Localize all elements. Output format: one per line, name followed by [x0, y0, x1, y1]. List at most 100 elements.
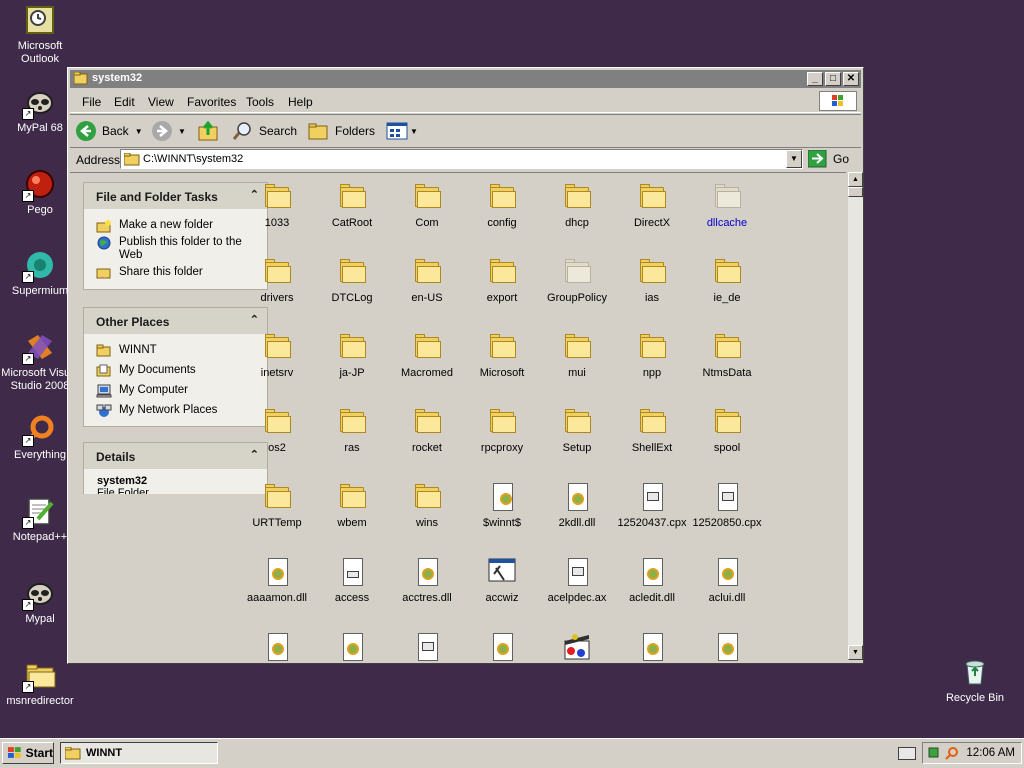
- folder-item[interactable]: spool: [687, 406, 767, 454]
- folder-item[interactable]: Com: [387, 181, 467, 229]
- address-bar: Address C:\WINNT\system32 ▼ Go: [70, 148, 861, 170]
- recycle-bin[interactable]: Recycle Bin: [935, 656, 1015, 705]
- window-title: system32: [92, 72, 143, 84]
- file-item[interactable]: acelpdec.ax: [537, 556, 617, 604]
- file-item[interactable]: [687, 631, 767, 661]
- address-dropdown-button[interactable]: ▼: [786, 150, 802, 168]
- folder-icon: [561, 331, 593, 363]
- folder-item[interactable]: wbem: [312, 481, 392, 529]
- maximize-button[interactable]: □: [825, 72, 841, 86]
- file-item[interactable]: acledit.dll: [612, 556, 692, 604]
- folder-item[interactable]: ie_de: [687, 256, 767, 304]
- forward-button[interactable]: ▼: [152, 121, 186, 141]
- folder-item[interactable]: os2: [237, 406, 317, 454]
- views-icon: [386, 122, 408, 140]
- file-name: drivers: [260, 292, 294, 304]
- views-button[interactable]: ▼: [386, 121, 418, 141]
- file-item[interactable]: aaaamon.dll: [237, 556, 317, 604]
- folder-item[interactable]: mui: [537, 331, 617, 379]
- file-item[interactable]: accwiz: [462, 556, 542, 604]
- file-item[interactable]: [387, 631, 467, 661]
- folder-item[interactable]: rpcproxy: [462, 406, 542, 454]
- up-button[interactable]: [198, 121, 220, 141]
- menu-edit[interactable]: Edit: [114, 95, 135, 109]
- folder-item[interactable]: NtmsData: [687, 331, 767, 379]
- search-button[interactable]: Search: [232, 121, 297, 141]
- search-tray-icon[interactable]: [945, 746, 959, 760]
- share-folder-icon: [96, 268, 111, 279]
- menu-tools[interactable]: Tools: [246, 95, 274, 109]
- menu-file[interactable]: File: [82, 95, 101, 109]
- file-item[interactable]: access: [312, 556, 392, 604]
- file-item[interactable]: $winnt$: [462, 481, 542, 529]
- file-item[interactable]: [462, 631, 542, 661]
- folder-item[interactable]: ja-JP: [312, 331, 392, 379]
- desktop-icon-msnredirector[interactable]: ↗ msnredirector: [0, 659, 80, 708]
- folder-item[interactable]: DTCLog: [312, 256, 392, 304]
- file-item[interactable]: 12520850.cpx: [687, 481, 767, 529]
- folder-item[interactable]: Macromed: [387, 331, 467, 379]
- file-item[interactable]: aclui.dll: [687, 556, 767, 604]
- folder-item[interactable]: 1033: [237, 181, 317, 229]
- back-label: Back: [102, 124, 129, 138]
- title-bar[interactable]: system32 _ □ ✕: [70, 70, 861, 88]
- folder-item[interactable]: ShellExt: [612, 406, 692, 454]
- keyboard-icon[interactable]: [898, 747, 916, 760]
- folder-item[interactable]: npp: [612, 331, 692, 379]
- folder-item[interactable]: ias: [612, 256, 692, 304]
- folders-button[interactable]: Folders: [308, 121, 375, 141]
- taskbar-button-winnt[interactable]: WINNT: [60, 742, 218, 764]
- folder-item[interactable]: wins: [387, 481, 467, 529]
- task-publish-web[interactable]: Publish this folder to the Web: [84, 236, 259, 262]
- forward-dropdown-icon[interactable]: ▼: [178, 127, 186, 136]
- back-button[interactable]: Back ▼: [76, 121, 143, 141]
- file-item[interactable]: 2kdll.dll: [537, 481, 617, 529]
- dll-file-icon: [636, 556, 668, 588]
- back-dropdown-icon[interactable]: ▼: [135, 127, 143, 136]
- folder-item[interactable]: rocket: [387, 406, 467, 454]
- folder-item[interactable]: drivers: [237, 256, 317, 304]
- file-name: ras: [344, 442, 360, 454]
- file-item[interactable]: [237, 631, 317, 661]
- file-name: npp: [642, 367, 662, 379]
- file-item[interactable]: [537, 631, 617, 661]
- folder-icon: [486, 406, 518, 438]
- collapse-icon[interactable]: ⌃: [250, 313, 259, 326]
- file-item[interactable]: [612, 631, 692, 661]
- folder-item[interactable]: config: [462, 181, 542, 229]
- folder-item[interactable]: dllcache: [687, 181, 767, 229]
- toolbar: Back ▼ ▼ Search Folders ▼: [70, 114, 861, 148]
- scroll-down-button[interactable]: ▼: [848, 645, 863, 660]
- file-item[interactable]: 12520437.cpx: [612, 481, 692, 529]
- menu-help[interactable]: Help: [288, 95, 313, 109]
- minimize-button[interactable]: _: [807, 72, 823, 86]
- folder-item[interactable]: Setup: [537, 406, 617, 454]
- menu-favorites[interactable]: Favorites: [187, 95, 236, 109]
- menu-view[interactable]: View: [148, 95, 174, 109]
- file-item[interactable]: [312, 631, 392, 661]
- vertical-scrollbar[interactable]: ▲ ▼: [848, 172, 863, 660]
- folder-item[interactable]: GroupPolicy: [537, 256, 617, 304]
- folder-item[interactable]: CatRoot: [312, 181, 392, 229]
- folder-item[interactable]: export: [462, 256, 542, 304]
- folder-item[interactable]: inetsrv: [237, 331, 317, 379]
- place-my-computer[interactable]: My Computer: [84, 384, 267, 398]
- config-icon: [486, 481, 518, 513]
- folder-item[interactable]: ras: [312, 406, 392, 454]
- file-item[interactable]: acctres.dll: [387, 556, 467, 604]
- folder-item[interactable]: DirectX: [612, 181, 692, 229]
- network-tray-icon[interactable]: [927, 746, 941, 760]
- scroll-up-button[interactable]: ▲: [848, 172, 863, 187]
- start-button[interactable]: Start: [2, 742, 54, 764]
- folder-item[interactable]: dhcp: [537, 181, 617, 229]
- go-button[interactable]: Go: [808, 150, 849, 168]
- desktop-icon-microsoft-outlook[interactable]: Microsoft Outlook: [0, 4, 80, 66]
- clock[interactable]: 12:06 AM: [966, 747, 1015, 759]
- folder-item[interactable]: URTTemp: [237, 481, 317, 529]
- folder-item[interactable]: en-US: [387, 256, 467, 304]
- folder-item[interactable]: Microsoft: [462, 331, 542, 379]
- scroll-thumb[interactable]: [848, 187, 863, 197]
- close-button[interactable]: ✕: [843, 72, 859, 86]
- address-input[interactable]: C:\WINNT\system32 ▼: [120, 149, 803, 169]
- file-name: accwiz: [485, 592, 519, 604]
